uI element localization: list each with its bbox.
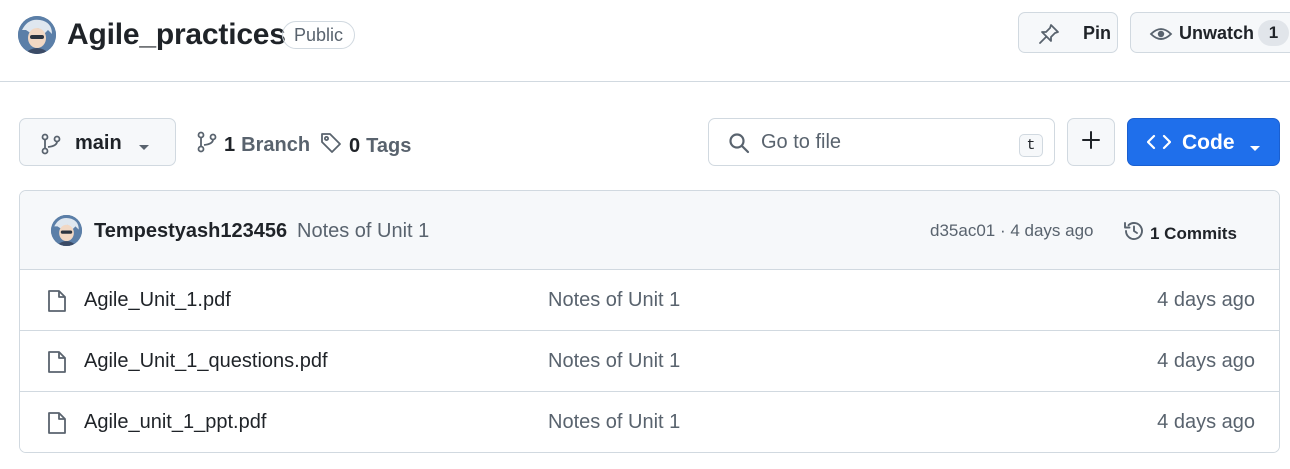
- chevron-down-icon: [1249, 140, 1261, 158]
- eye-icon: [1149, 23, 1173, 50]
- branch-name: main: [75, 132, 122, 154]
- file-updated-time: 4 days ago: [1157, 411, 1255, 433]
- add-file-button[interactable]: [1067, 118, 1115, 166]
- search-shortcut-key: t: [1019, 134, 1043, 157]
- file-commit-message[interactable]: Notes of Unit 1: [548, 350, 680, 372]
- latest-commit-bar: Tempestyash123456 Notes of Unit 1 d35ac0…: [20, 191, 1279, 270]
- chevron-down-icon: [138, 139, 150, 157]
- git-branch-icon: [196, 131, 218, 158]
- unwatch-button[interactable]: Unwatch 1: [1130, 12, 1290, 53]
- visibility-badge: Public: [282, 21, 356, 49]
- pin-label: Pin: [1083, 23, 1112, 43]
- file-updated-time: 4 days ago: [1157, 289, 1255, 311]
- code-label: Code: [1182, 131, 1235, 154]
- file-row[interactable]: Agile_Unit_1_questions.pdf Notes of Unit…: [20, 331, 1279, 392]
- tags-link[interactable]: 0 Tags: [319, 131, 411, 160]
- file-name[interactable]: Agile_Unit_1_questions.pdf: [84, 350, 328, 372]
- git-branch-icon: [40, 133, 62, 160]
- commits-history-link[interactable]: 1 Commits: [1122, 219, 1237, 248]
- code-icon: [1146, 133, 1172, 158]
- file-updated-time: 4 days ago: [1157, 350, 1255, 372]
- repo-header: Agile_practices Public Pin Unwatch 1: [0, 0, 1290, 82]
- owner-avatar[interactable]: [18, 16, 56, 54]
- history-icon: [1122, 219, 1146, 248]
- file-row[interactable]: Agile_Unit_1.pdf Notes of Unit 1 4 days …: [20, 270, 1279, 331]
- repo-name[interactable]: Agile_practices: [67, 16, 286, 54]
- file-commit-message[interactable]: Notes of Unit 1: [548, 289, 680, 311]
- commits-label: 1 Commits: [1150, 223, 1237, 243]
- file-icon: [47, 289, 67, 318]
- search-input[interactable]: [761, 128, 1011, 156]
- commit-message[interactable]: Notes of Unit 1: [297, 220, 429, 242]
- watch-counter: 1: [1258, 20, 1289, 46]
- file-icon: [47, 350, 67, 379]
- go-to-file-search[interactable]: [708, 118, 1055, 166]
- file-name[interactable]: Agile_Unit_1.pdf: [84, 289, 231, 311]
- file-icon: [47, 411, 67, 440]
- code-button[interactable]: Code: [1127, 118, 1280, 166]
- commit-hash-and-time[interactable]: d35ac01 · 4 days ago: [930, 221, 1094, 241]
- commit-author[interactable]: Tempestyash123456: [94, 220, 287, 242]
- pin-button[interactable]: Pin: [1018, 12, 1118, 53]
- file-commit-message[interactable]: Notes of Unit 1: [548, 411, 680, 433]
- branches-link[interactable]: 1 Branch: [196, 131, 310, 158]
- plus-icon: [1081, 130, 1101, 155]
- file-row[interactable]: Agile_unit_1_ppt.pdf Notes of Unit 1 4 d…: [20, 392, 1279, 452]
- pin-icon: [1037, 22, 1061, 51]
- commit-author-avatar[interactable]: [51, 215, 82, 246]
- tag-icon: [319, 131, 343, 160]
- branches-count: 1: [224, 133, 236, 156]
- tags-count: 0: [349, 134, 361, 157]
- search-icon: [728, 132, 750, 159]
- tags-label: Tags: [366, 134, 412, 157]
- branches-label: Branch: [241, 133, 311, 156]
- unwatch-label: Unwatch: [1179, 23, 1255, 43]
- file-browser: Tempestyash123456 Notes of Unit 1 d35ac0…: [19, 190, 1280, 453]
- file-name[interactable]: Agile_unit_1_ppt.pdf: [84, 411, 266, 433]
- branch-selector[interactable]: main: [19, 118, 176, 166]
